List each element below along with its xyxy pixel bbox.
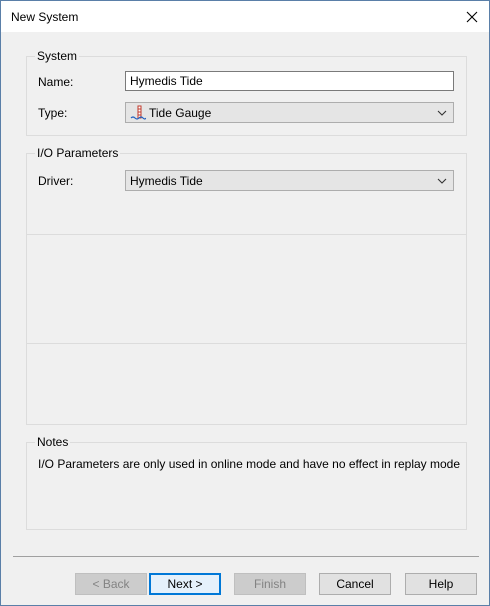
system-group: System — [26, 49, 467, 136]
driver-select[interactable]: Hymedis Tide — [125, 170, 454, 191]
new-system-dialog: New System System Name: Hymedis Tide Typ… — [0, 0, 490, 606]
type-label: Type: — [38, 106, 68, 120]
name-input[interactable]: Hymedis Tide — [125, 71, 454, 91]
notes-group: Notes — [26, 435, 467, 530]
io-parameters-group: I/O Parameters — [26, 146, 467, 425]
type-select-value: Tide Gauge — [149, 105, 212, 120]
notes-group-label: Notes — [35, 435, 71, 449]
back-button[interactable]: < Back — [75, 573, 147, 595]
next-button[interactable]: Next > — [149, 573, 221, 595]
type-select[interactable]: Tide Gauge — [125, 102, 454, 123]
chevron-down-icon — [437, 178, 447, 184]
name-label: Name: — [38, 75, 74, 89]
cancel-button[interactable]: Cancel — [319, 573, 391, 595]
type-dropdown-arrow[interactable] — [431, 103, 453, 122]
window-title: New System — [11, 10, 79, 24]
title-bar: New System — [1, 1, 489, 32]
io-parameters-group-label: I/O Parameters — [35, 146, 121, 160]
button-bar-separator — [13, 556, 479, 557]
io-parameters-divider — [27, 234, 466, 235]
close-icon — [466, 11, 478, 22]
driver-label: Driver: — [38, 174, 74, 188]
io-parameters-divider — [27, 343, 466, 344]
chevron-down-icon — [437, 110, 447, 116]
driver-dropdown-arrow[interactable] — [431, 171, 453, 190]
close-button[interactable] — [455, 1, 489, 32]
notes-text: I/O Parameters are only used in online m… — [38, 457, 461, 471]
system-group-label: System — [35, 49, 80, 63]
tide-gauge-icon — [130, 105, 146, 120]
driver-select-value: Hymedis Tide — [130, 173, 203, 188]
finish-button[interactable]: Finish — [234, 573, 306, 595]
help-button[interactable]: Help — [405, 573, 477, 595]
